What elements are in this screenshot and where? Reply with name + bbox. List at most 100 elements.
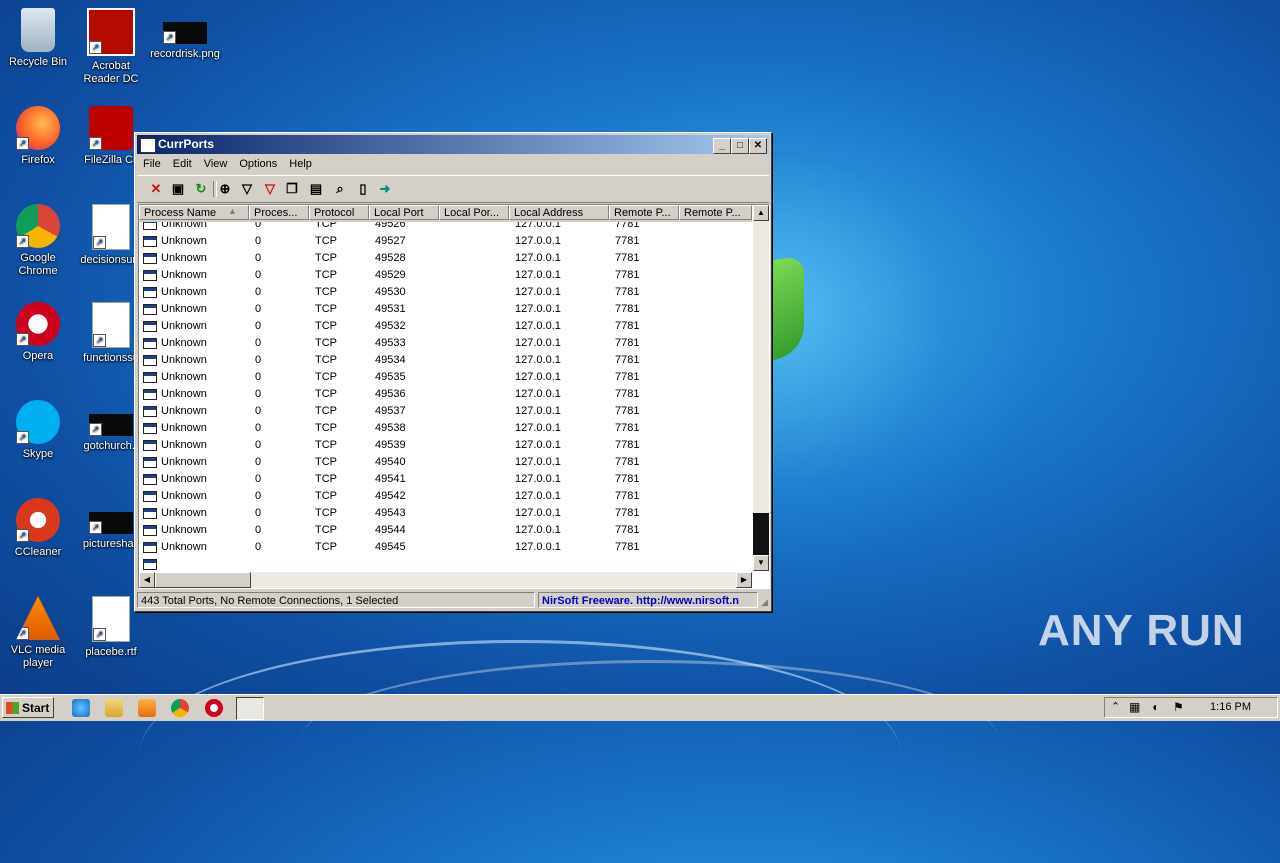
start-button[interactable]: Start: [2, 697, 54, 718]
column-local-address[interactable]: Local Address: [509, 205, 609, 220]
table-row[interactable]: Unknown 0 TCP 49533 127.0.0.1 7781: [139, 335, 752, 352]
scroll-right-button[interactable]: ▶: [736, 572, 752, 588]
table-cell: 7781: [615, 303, 640, 315]
nirsoft-link[interactable]: NirSoft Freeware. http://www.nirsoft.n: [538, 592, 758, 608]
table-row[interactable]: Unknown 0 TCP 49526 127.0.0.1 7781: [139, 222, 752, 233]
desktop-icon[interactable]: ↗ VLC media player: [0, 596, 76, 670]
table-row[interactable]: Unknown 0 TCP 49530 127.0.0.1 7781: [139, 284, 752, 301]
save-icon[interactable]: ▣: [169, 180, 187, 198]
process-window-icon: [143, 525, 157, 536]
desktop-icon[interactable]: ↗ Acrobat Reader DC: [73, 8, 149, 86]
table-cell: 7781: [615, 405, 640, 417]
desktop-icon[interactable]: ↗ CCleaner: [0, 498, 76, 559]
chrome-icon[interactable]: [171, 699, 189, 717]
desktop-icon-label: Acrobat Reader DC: [83, 60, 139, 85]
close-button[interactable]: ✕: [749, 138, 767, 154]
vertical-scrollbar[interactable]: ▲ ▼: [753, 205, 769, 571]
column-protocol[interactable]: Protocol: [309, 205, 369, 220]
table-row[interactable]: Unknown 0 TCP 49542 127.0.0.1 7781: [139, 488, 752, 505]
table-row[interactable]: Unknown 0 TCP 49534 127.0.0.1 7781: [139, 352, 752, 369]
column-local-port-name[interactable]: Local Por...: [439, 205, 509, 220]
menu-view[interactable]: View: [198, 155, 234, 173]
desktop-icon[interactable]: Recycle Bin: [0, 8, 76, 69]
table-row[interactable]: Unknown 0 TCP 49539 127.0.0.1 7781: [139, 437, 752, 454]
desktop-icon[interactable]: ↗ Opera: [0, 302, 76, 363]
table-row[interactable]: Unknown 0 TCP 49544 127.0.0.1 7781: [139, 522, 752, 539]
menu-file[interactable]: File: [137, 155, 167, 173]
refresh-icon[interactable]: ↻: [192, 180, 210, 198]
clock[interactable]: 1:16 PM: [1210, 698, 1251, 717]
table-cell: Unknown: [161, 405, 207, 417]
table-cell: 49538: [375, 422, 406, 434]
table-cell: TCP: [315, 388, 337, 400]
scroll-down-button[interactable]: ▼: [753, 555, 769, 571]
ports-list[interactable]: Process Name ▲ Proces... Protocol Local …: [138, 204, 770, 589]
table-row[interactable]: Unknown 0 TCP 49527 127.0.0.1 7781: [139, 233, 752, 250]
media-player-icon[interactable]: [138, 699, 156, 717]
table-cell: 49531: [375, 303, 406, 315]
ie-icon[interactable]: [72, 699, 90, 717]
horizontal-scroll-thumb[interactable]: [155, 572, 251, 588]
html-report-icon[interactable]: ▤: [307, 180, 325, 198]
desktop-icon[interactable]: ↗ recordrisk.png: [147, 8, 223, 61]
delete-icon[interactable]: ✕: [147, 180, 165, 198]
network-icon[interactable]: ▦: [1129, 700, 1140, 714]
currports-icon[interactable]: [236, 697, 264, 720]
menu-help[interactable]: Help: [283, 155, 318, 173]
table-row[interactable]: Unknown 0 TCP 49532 127.0.0.1 7781: [139, 318, 752, 335]
table-cell: 0: [255, 422, 262, 434]
filter-remove-icon[interactable]: ▽: [261, 180, 279, 198]
scroll-up-button[interactable]: ▲: [753, 205, 769, 221]
column-local-port[interactable]: Local Port: [369, 205, 439, 220]
vertical-scroll-thumb[interactable]: [753, 513, 769, 555]
column-remote-port[interactable]: Remote P...: [609, 205, 679, 220]
explorer-icon[interactable]: [105, 699, 123, 717]
table-row[interactable]: Unknown 0 TCP 49537 127.0.0.1 7781: [139, 403, 752, 420]
table-row[interactable]: Unknown 0 TCP 49540 127.0.0.1 7781: [139, 454, 752, 471]
window-title: CurrPorts: [158, 137, 215, 151]
show-hidden-icon[interactable]: ⌃: [1111, 700, 1120, 713]
table-row[interactable]: Unknown 0 TCP 49531 127.0.0.1 7781: [139, 301, 752, 318]
table-row[interactable]: Unknown 0 TCP 49543 127.0.0.1 7781: [139, 505, 752, 522]
system-tray: ⌃ ▦ ◖ ⚑ 1:16 PM: [1104, 697, 1278, 718]
action-center-flag-icon[interactable]: ⚑: [1173, 700, 1184, 714]
text-report-icon[interactable]: ▯: [354, 180, 372, 198]
table-cell: 0: [255, 405, 262, 417]
word-doc-icon: ↗: [92, 596, 130, 642]
horizontal-scrollbar[interactable]: ◀ ▶: [139, 572, 752, 588]
column-remote-port-name[interactable]: Remote P...: [679, 205, 752, 220]
table-cell: 0: [255, 252, 262, 264]
menu-options[interactable]: Options: [233, 155, 283, 173]
opera-icon[interactable]: [205, 699, 223, 717]
desktop-icon[interactable]: ↗ Skype: [0, 400, 76, 461]
filter-icon[interactable]: ▽: [238, 180, 256, 198]
table-row[interactable]: Unknown 0 TCP 49529 127.0.0.1 7781: [139, 267, 752, 284]
table-row[interactable]: Unknown 0 TCP 49545 127.0.0.1 7781: [139, 539, 752, 556]
volume-icon[interactable]: ◖: [1151, 700, 1158, 714]
desktop-icon[interactable]: ↗ Google Chrome: [0, 204, 76, 278]
minimize-button[interactable]: _: [713, 138, 731, 154]
process-window-icon: [143, 508, 157, 519]
title-bar[interactable]: CurrPorts _ □ ✕: [137, 135, 769, 154]
desktop-icon[interactable]: ↗ Firefox: [0, 106, 76, 167]
menu-edit[interactable]: Edit: [167, 155, 198, 173]
table-row[interactable]: Unknown 0 TCP 49536 127.0.0.1 7781: [139, 386, 752, 403]
properties-target-icon[interactable]: ⊕: [216, 180, 234, 198]
desktop-icon-label: Google Chrome: [18, 252, 58, 277]
process-window-icon: [143, 474, 157, 485]
scroll-left-button[interactable]: ◀: [139, 572, 155, 588]
table-row[interactable]: Unknown 0 TCP 49535 127.0.0.1 7781: [139, 369, 752, 386]
table-cell: 49537: [375, 405, 406, 417]
table-cell: 7781: [615, 388, 640, 400]
table-cell: TCP: [315, 507, 337, 519]
table-row[interactable]: Unknown 0 TCP 49541 127.0.0.1 7781: [139, 471, 752, 488]
copy-icon[interactable]: ❐: [283, 180, 301, 198]
exit-icon[interactable]: ➜: [376, 180, 394, 198]
table-cell: 7781: [615, 286, 640, 298]
table-row[interactable]: Unknown 0 TCP 49528 127.0.0.1 7781: [139, 250, 752, 267]
maximize-button[interactable]: □: [731, 138, 749, 154]
table-row[interactable]: Unknown 0 TCP 49538 127.0.0.1 7781: [139, 420, 752, 437]
column-process-id[interactable]: Proces...: [249, 205, 309, 220]
find-icon[interactable]: ⌕: [331, 180, 349, 198]
table-row-partial[interactable]: [139, 556, 752, 571]
